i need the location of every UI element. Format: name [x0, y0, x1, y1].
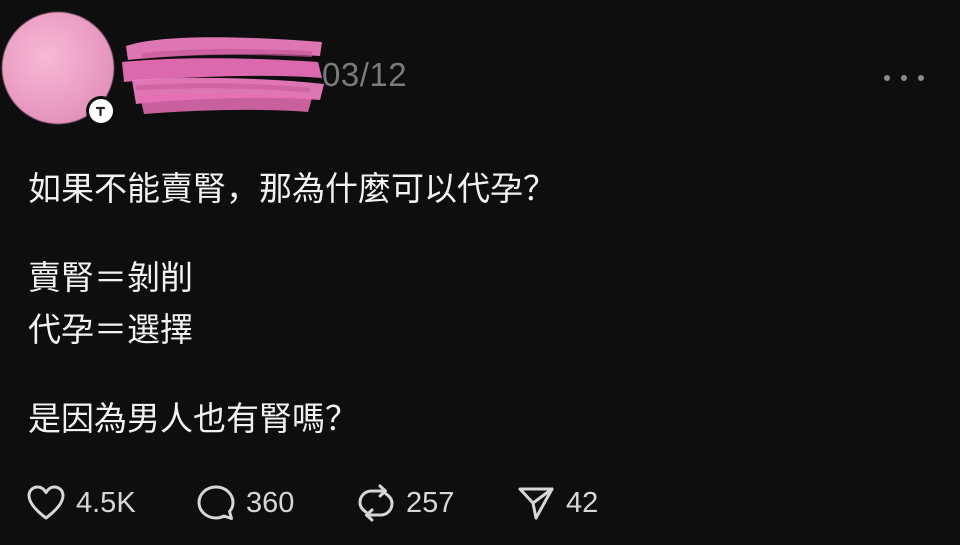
- post-text-line: 如果不能賣腎，那為什麼可以代孕？: [28, 169, 556, 208]
- reply-button[interactable]: 360: [196, 484, 356, 522]
- repost-button[interactable]: 257: [356, 484, 516, 522]
- more-dot-icon: [901, 75, 907, 81]
- heart-icon: [27, 485, 65, 520]
- post-text-line: 賣腎＝剝削: [28, 258, 193, 297]
- post-actions-bar: 4.5K 360 257 42: [26, 480, 598, 526]
- reply-count: 360: [246, 486, 295, 519]
- send-icon: [518, 487, 554, 520]
- more-dot-icon: [884, 75, 890, 81]
- repost-count: 257: [406, 486, 455, 519]
- username-redacted: [122, 37, 324, 114]
- repost-icon: [358, 484, 394, 522]
- share-count: 42: [566, 486, 599, 519]
- post-timestamp: 03/12: [322, 56, 408, 93]
- post-text-line: 代孕＝選擇: [28, 310, 193, 349]
- like-count: 4.5K: [76, 486, 136, 519]
- more-dot-icon: [918, 75, 924, 81]
- share-button[interactable]: 42: [516, 484, 598, 522]
- like-button[interactable]: 4.5K: [26, 484, 196, 522]
- follow-badge-icon[interactable]: [86, 96, 116, 126]
- comment-icon: [197, 485, 235, 520]
- more-options-button[interactable]: [884, 66, 924, 90]
- thread-post: 03/12 如果不能賣腎，那為什麼可以代孕？ 賣腎＝剝削 代孕＝選擇 是因為男人…: [0, 0, 960, 545]
- post-text-line: 是因為男人也有腎嗎？: [28, 399, 358, 438]
